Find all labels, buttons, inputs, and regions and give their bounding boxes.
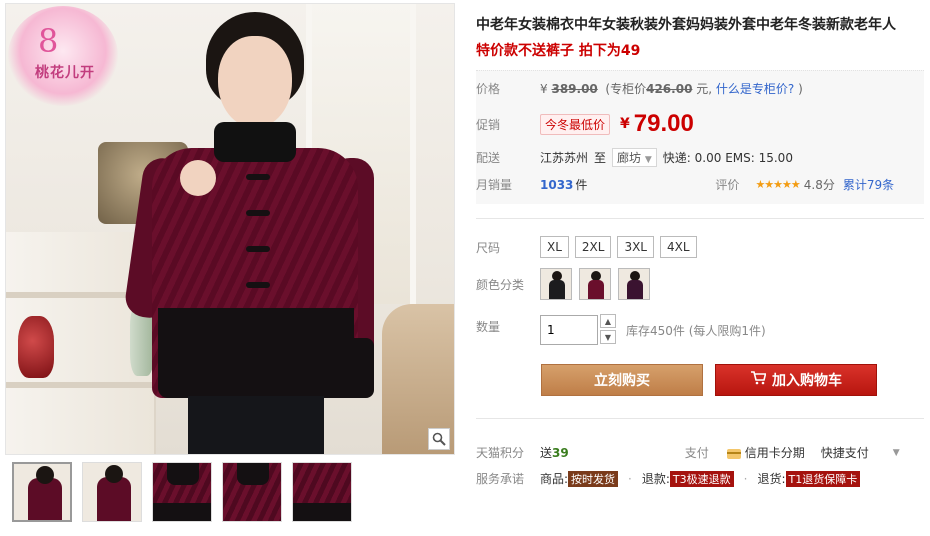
credit-installment[interactable]: 信用卡分期 (726, 444, 805, 461)
color-option-3[interactable] (618, 268, 650, 300)
promo-label: 促销 (476, 117, 501, 132)
review-count-link[interactable]: 累计79条 (843, 176, 894, 193)
monthly-sales-label: 月销量 (476, 178, 513, 192)
thumbnail-5[interactable] (292, 462, 352, 522)
size-option-xl[interactable]: XL (540, 236, 569, 258)
size-option-2xl[interactable]: 2XL (574, 236, 612, 258)
counter-price-help-link[interactable]: 什么是专柜价? (716, 82, 794, 96)
promo-currency: ¥ (620, 116, 630, 132)
shipping-origin: 江苏苏州 (540, 151, 589, 165)
shipping-row: 配送 江苏苏州 至 廊坊 ▼ 快递: 0.00 EMS: 15.00 (476, 148, 793, 167)
brand-logo: 8 桃花儿开 (8, 6, 118, 106)
on-time-delivery-badge[interactable]: 按时发货 (568, 470, 619, 487)
credit-card-icon (726, 448, 741, 459)
counter-price-value: 426.00 (646, 82, 693, 96)
points-label: 天猫积分 (476, 446, 525, 460)
buy-now-button[interactable]: 立刻购买 (541, 364, 703, 396)
service-row: 服务承诺 商品: 按时发货 · 退款: T3极速退款 · 退货: T1退货保障卡 (476, 470, 861, 487)
size-row: 尺码 XL 2XL 3XL 4XL (476, 236, 703, 258)
quantity-label: 数量 (476, 320, 501, 334)
color-label: 颜色分类 (476, 277, 525, 292)
dropdown-arrow-icon: ▼ (644, 155, 652, 165)
add-to-cart-button[interactable]: 加入购物车 (715, 364, 877, 396)
product-title: 中老年女装棉衣中年女装秋装外套妈妈装外套中老年冬装新款老年人 (476, 17, 896, 33)
zoom-button[interactable] (428, 428, 450, 450)
size-option-4xl[interactable]: 4XL (660, 236, 697, 258)
points-value: 39 (552, 445, 569, 460)
destination-select[interactable]: 廊坊 ▼ (612, 148, 657, 167)
magnifier-icon (432, 432, 446, 446)
original-price: ¥ 389.00 (专柜价426.00 元, 什么是专柜价? ) (540, 82, 803, 96)
model-figure (123, 8, 374, 454)
return-guarantee-badge[interactable]: T1退货保障卡 (785, 470, 861, 487)
chevron-down-icon: ▼ (604, 332, 612, 342)
rating-stars-icon: ★★★★★ (755, 178, 800, 191)
promo-row: 促销 今冬最低价 ¥ 79.00 (476, 110, 694, 138)
monthly-sales-count: 1033 (540, 177, 574, 192)
price-label: 价格 (476, 82, 501, 96)
promo-badge: 今冬最低价 (540, 113, 611, 135)
quantity-increase-button[interactable]: ▲ (600, 314, 616, 328)
quantity-row: 数量 ▲ ▼ 库存450件 (每人限购1件) (476, 314, 766, 346)
shipping-fees: 快递: 0.00 EMS: 15.00 (662, 151, 793, 165)
thumbnail-strip (12, 462, 352, 522)
product-info-panel: 中老年女装棉衣中年女装秋装外套妈妈装外套中老年冬装新款老年人 特价款不送裤子 拍… (476, 0, 924, 536)
thumbnail-2[interactable] (82, 462, 142, 522)
points-payment-row: 天猫积分 送 39 支付 信用卡分期 快捷支付 ▼ (476, 444, 900, 461)
rating-label: 评价 (715, 178, 740, 192)
quick-pay[interactable]: 快捷支付 (821, 444, 869, 461)
product-subtitle: 特价款不送裤子 拍下为49 (476, 43, 641, 59)
promo-price: 79.00 (633, 110, 694, 137)
thumbnail-3[interactable] (152, 462, 212, 522)
service-label: 服务承诺 (476, 472, 525, 486)
thumbnail-1[interactable] (12, 462, 72, 522)
brand-logo-glyph: 8 (38, 22, 59, 60)
chevron-down-icon[interactable]: ▼ (893, 448, 900, 458)
add-to-cart-label: 加入购物车 (772, 373, 842, 389)
divider (476, 218, 924, 219)
color-row: 颜色分类 (476, 268, 657, 300)
price-row: 价格 ¥ 389.00 (专柜价426.00 元, 什么是专柜价? ) (476, 80, 803, 97)
size-option-3xl[interactable]: 3XL (617, 236, 654, 258)
size-label: 尺码 (476, 240, 501, 255)
color-option-1[interactable] (540, 268, 572, 300)
quantity-input[interactable] (540, 315, 598, 345)
shipping-label: 配送 (476, 151, 501, 165)
rating-score: 4.8分 (803, 178, 835, 192)
fast-refund-badge[interactable]: T3极速退款 (669, 470, 734, 487)
stock-info: 库存450件 (每人限购1件) (626, 323, 766, 338)
background-vase (18, 316, 54, 378)
main-product-image[interactable]: 8 桃花儿开 (5, 3, 455, 455)
original-price-value: 389.00 (551, 82, 598, 96)
brand-logo-text: 桃花儿开 (35, 65, 95, 81)
color-option-2[interactable] (579, 268, 611, 300)
divider (476, 418, 924, 419)
shopping-cart-icon (750, 371, 767, 389)
chevron-up-icon: ▲ (604, 316, 612, 326)
payment-label: 支付 (684, 446, 709, 460)
quantity-decrease-button[interactable]: ▼ (600, 330, 616, 344)
thumbnail-4[interactable] (222, 462, 282, 522)
sales-row: 月销量 1033 件 评价 ★★★★★ 4.8分 累计79条 (476, 176, 895, 193)
